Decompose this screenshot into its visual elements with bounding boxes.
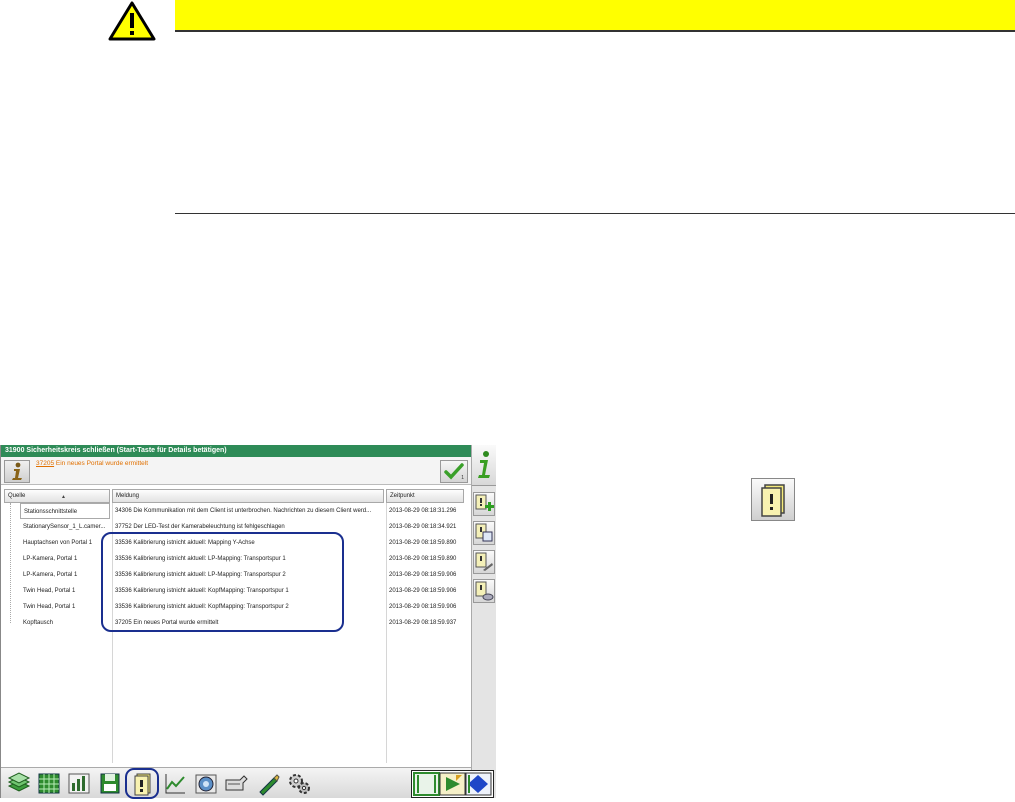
message-edit-icon: [475, 552, 493, 571]
sort-ascending-icon: ▲: [61, 494, 66, 500]
message-warning-icon: [761, 484, 785, 517]
row-message: 34306 Die Kommunikation mit dem Client i…: [115, 508, 372, 514]
message-delete-button[interactable]: [473, 579, 495, 603]
calibration-messages-highlight: [101, 532, 344, 632]
toolbar-settings-button[interactable]: [286, 771, 312, 796]
current-message-number[interactable]: 37205: [36, 460, 54, 467]
row-source: Twin Head, Portal 1: [23, 604, 76, 610]
messages-button-large[interactable]: [751, 478, 795, 521]
message-edit-button[interactable]: [473, 550, 495, 574]
feeder-icon: [225, 775, 248, 791]
message-window: 31900 Sicherheitskreis schließen (Start-…: [0, 445, 496, 799]
toolbar-camera-button[interactable]: [193, 771, 219, 796]
message-window-icon: [475, 523, 493, 542]
window-title: 31900 Sicherheitskreis schließen (Start-…: [1, 445, 471, 457]
row-source: Hauptachsen von Portal 1: [23, 540, 93, 546]
toolbar-nozzle-button[interactable]: [255, 771, 281, 796]
line-chart-icon: [165, 774, 185, 794]
mode-buttons-icon[interactable]: [412, 771, 493, 797]
toolbar-feeder-button[interactable]: [223, 771, 249, 796]
current-message-text: Ein neues Portal wurde ermittelt: [54, 460, 149, 467]
message-add-icon: [475, 494, 494, 511]
info-icon: [478, 451, 490, 478]
messages-button-highlight: [125, 768, 159, 799]
row-source: StationarySensor_1_L.camer...: [23, 524, 106, 530]
column-header-time[interactable]: Zeitpunkt: [386, 489, 464, 503]
layers-icon: [7, 772, 31, 792]
right-sidebar: [471, 445, 496, 798]
add-message-button[interactable]: [473, 492, 495, 516]
floppy-disk-icon: [100, 773, 120, 794]
row-time: 2013-08-29 08:18:59.906: [389, 588, 457, 594]
row-time: 2013-08-29 08:18:59.906: [389, 572, 457, 578]
bottom-toolbar: [1, 767, 494, 799]
row-time: 2013-08-29 08:18:59.890: [389, 540, 457, 546]
toolbar-trend-button[interactable]: [162, 771, 188, 796]
row-time: 2013-08-29 08:18:34.921: [389, 524, 457, 530]
row-source: Stationsschnittstelle: [20, 503, 110, 519]
acknowledge-button[interactable]: 1: [440, 460, 468, 483]
toolbar-mode-panel: [411, 770, 494, 798]
row-time: 2013-08-29 08:18:59.906: [389, 604, 457, 610]
toolbar-stack-button[interactable]: [6, 771, 32, 796]
grid-table-icon: [38, 773, 60, 794]
column-header-message[interactable]: Meldung: [112, 489, 384, 503]
warning-triangle-icon: [108, 1, 156, 41]
column-header-source[interactable]: Quelle ▲: [4, 489, 110, 503]
toolbar-statistics-button[interactable]: [66, 771, 92, 796]
toolbar-grid-button[interactable]: [36, 771, 62, 796]
toolbar-save-button[interactable]: [97, 771, 123, 796]
acknowledge-count: 1: [461, 475, 464, 481]
gears-icon: [289, 774, 310, 794]
info-button[interactable]: [4, 460, 30, 483]
camera-lens-icon: [195, 774, 217, 794]
table-header: Quelle ▲ Meldung Zeitpunkt: [4, 489, 464, 503]
warning-bottom-rule: [175, 213, 1015, 214]
current-message-bar: 37205 Ein neues Portal wurde ermittelt 1: [1, 457, 471, 485]
row-source: Twin Head, Portal 1: [23, 588, 76, 594]
row-source: LP-Kamera, Portal 1: [23, 556, 78, 562]
row-time: 2013-08-29 08:18:59.937: [389, 620, 457, 626]
info-panel-button[interactable]: [472, 445, 496, 486]
current-message: 37205 Ein neues Portal wurde ermittelt: [36, 460, 148, 467]
warning-header-bar: [175, 0, 1015, 32]
row-source: LP-Kamera, Portal 1: [23, 572, 78, 578]
message-erase-icon: [475, 581, 494, 601]
nozzle-tool-icon: [259, 774, 280, 796]
row-time: 2013-08-29 08:18:31.296: [389, 508, 457, 514]
row-time: 2013-08-29 08:18:59.890: [389, 556, 457, 562]
bar-chart-icon: [68, 773, 90, 794]
info-icon: [12, 462, 22, 480]
message-copy-button[interactable]: [473, 521, 495, 545]
row-source: Kopftausch: [23, 620, 54, 626]
table-row[interactable]: Stationsschnittstelle 34306 Die Kommunik…: [4, 503, 464, 519]
